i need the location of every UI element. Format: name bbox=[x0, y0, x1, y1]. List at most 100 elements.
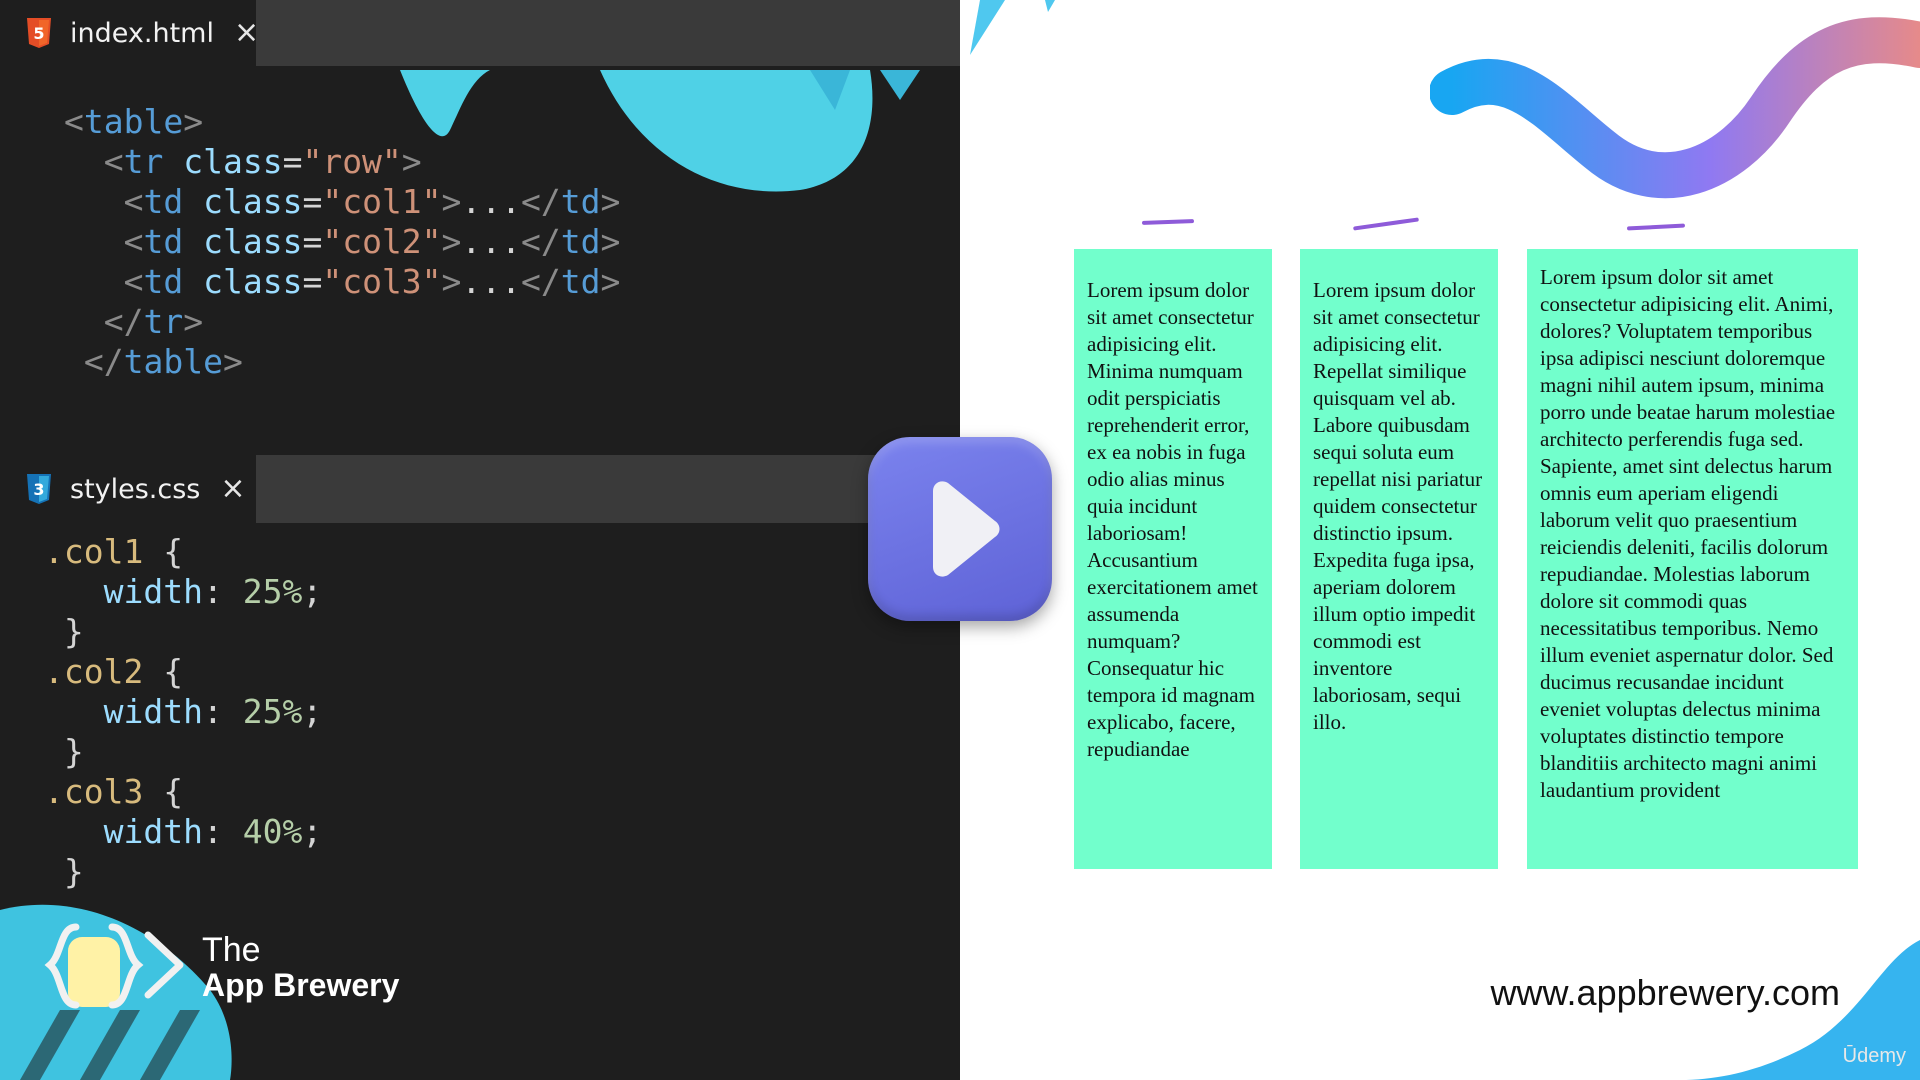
svg-text:5: 5 bbox=[33, 24, 44, 43]
code-token: </ bbox=[64, 342, 124, 381]
code-token: > bbox=[600, 262, 621, 301]
play-button[interactable] bbox=[868, 437, 1052, 621]
code-token: ; bbox=[302, 692, 323, 731]
code-token: </ bbox=[521, 182, 561, 221]
code-token: = bbox=[302, 182, 323, 221]
code-token: class bbox=[203, 222, 303, 261]
code-token: .col1 bbox=[44, 532, 144, 571]
code-line: .col1 { bbox=[44, 532, 322, 572]
code-token: td bbox=[560, 182, 601, 221]
code-token: 25% bbox=[242, 692, 303, 731]
code-token: } bbox=[44, 612, 84, 651]
code-line: .col3 { bbox=[44, 772, 322, 812]
code-token: > bbox=[441, 262, 462, 301]
code-line: } bbox=[44, 612, 322, 652]
code-line: <td class="col2">...</td> bbox=[64, 222, 621, 262]
code-token: "row" bbox=[302, 142, 402, 181]
code-token: > bbox=[600, 182, 621, 221]
code-token: > bbox=[183, 102, 204, 141]
code-line: </tr> bbox=[64, 302, 620, 342]
code-token: > bbox=[441, 222, 462, 261]
code-token: ; bbox=[302, 572, 323, 611]
code-token: < bbox=[64, 142, 124, 181]
code-token: "col2" bbox=[322, 222, 442, 261]
code-line: } bbox=[44, 852, 322, 892]
css-code-block: .col1 { width: 25%; } .col2 { width: 25%;… bbox=[44, 532, 322, 892]
code-token: "col1" bbox=[322, 182, 442, 221]
annotation-mark bbox=[1626, 223, 1686, 231]
code-token: td bbox=[560, 222, 601, 261]
decorative-gradient-wave bbox=[1430, 17, 1920, 199]
app-brewery-logo: The App Brewery bbox=[40, 915, 440, 1025]
code-token: { bbox=[143, 652, 184, 691]
code-token: > bbox=[222, 342, 243, 381]
code-token: < bbox=[64, 102, 84, 141]
code-token: table bbox=[123, 342, 223, 381]
code-token: 40% bbox=[242, 812, 303, 851]
code-token: : bbox=[202, 692, 243, 731]
code-token: width bbox=[44, 692, 203, 731]
code-token: > bbox=[401, 142, 422, 181]
code-token: td bbox=[560, 262, 601, 301]
code-line: width: 25%; bbox=[44, 692, 323, 732]
code-token: < bbox=[64, 182, 144, 221]
code-token: ... bbox=[461, 222, 522, 261]
code-token: td bbox=[143, 182, 184, 221]
code-token: </ bbox=[521, 262, 561, 301]
code-token: td bbox=[143, 262, 184, 301]
close-icon[interactable]: × bbox=[220, 474, 245, 504]
close-icon[interactable]: × bbox=[234, 18, 259, 48]
code-line: </table> bbox=[64, 342, 620, 382]
code-token: .col2 bbox=[44, 652, 144, 691]
cell-text: Lorem ipsum dolor sit amet consectetur a… bbox=[1313, 278, 1483, 734]
code-token: } bbox=[44, 732, 84, 771]
code-token: = bbox=[302, 222, 323, 261]
website-url[interactable]: www.appbrewery.com bbox=[1491, 972, 1840, 1014]
code-token: width bbox=[44, 572, 203, 611]
tab-index-html[interactable]: 5 index.html × bbox=[0, 0, 259, 66]
code-token: = bbox=[282, 142, 303, 181]
html-tab-bar: 5 index.html × bbox=[0, 0, 960, 66]
code-token: } bbox=[44, 852, 84, 891]
code-token: > bbox=[600, 222, 621, 261]
brand-line2: App Brewery bbox=[202, 967, 400, 1003]
tab-filename: index.html bbox=[70, 17, 214, 49]
code-token: class bbox=[203, 182, 303, 221]
code-line: <td class="col1">...</td> bbox=[64, 182, 621, 222]
annotation-mark bbox=[1353, 217, 1419, 231]
code-token: > bbox=[441, 182, 462, 221]
cell-text: Lorem ipsum dolor sit amet consectetur a… bbox=[1087, 278, 1258, 761]
code-token: : bbox=[202, 812, 243, 851]
code-token: < bbox=[64, 262, 144, 301]
code-line: <table> bbox=[64, 102, 620, 142]
code-token: tr bbox=[123, 142, 164, 181]
tab-styles-css[interactable]: 3 styles.css × bbox=[0, 455, 256, 523]
code-token: = bbox=[302, 262, 323, 301]
html-code-block: <table> <tr class="row"> <td class="col1… bbox=[64, 102, 620, 382]
code-token: "col3" bbox=[322, 262, 442, 301]
code-token: table bbox=[83, 102, 184, 141]
code-token: </ bbox=[64, 302, 144, 341]
css3-icon: 3 bbox=[26, 474, 52, 504]
code-token: : bbox=[202, 572, 243, 611]
brand-line1: The bbox=[202, 931, 261, 969]
table-cell-col1: Lorem ipsum dolor sit amet consectetur a… bbox=[1074, 249, 1272, 869]
code-token: ... bbox=[461, 182, 522, 221]
play-icon bbox=[933, 481, 1000, 577]
code-token: { bbox=[143, 772, 184, 811]
table-cell-col3: Lorem ipsum dolor sit amet consectetur a… bbox=[1527, 249, 1858, 869]
code-token: width bbox=[44, 812, 203, 851]
table-cell-col2: Lorem ipsum dolor sit amet consectetur a… bbox=[1300, 249, 1498, 869]
code-token: > bbox=[183, 302, 204, 341]
code-token: 25% bbox=[242, 572, 303, 611]
code-token: class bbox=[183, 142, 283, 181]
svg-text:3: 3 bbox=[33, 480, 44, 499]
code-token: class bbox=[203, 262, 303, 301]
code-token: </ bbox=[521, 222, 561, 261]
tab-filename: styles.css bbox=[70, 473, 201, 505]
braces-logo-icon bbox=[44, 923, 184, 1009]
